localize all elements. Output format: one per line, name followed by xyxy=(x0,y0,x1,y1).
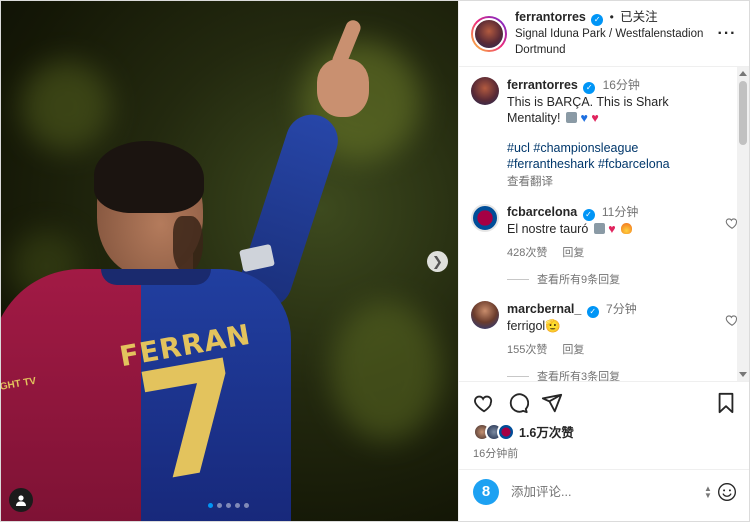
post-actions xyxy=(473,392,737,414)
add-comment-bar: 8 ▲▼ xyxy=(459,469,749,513)
comments-scrollbar[interactable] xyxy=(737,67,749,381)
scrollbar-thumb[interactable] xyxy=(739,81,747,145)
commenter-username[interactable]: marcbernal_ xyxy=(507,302,581,316)
comment: fcbarcelona ✓ 11分钟 El nostre tauró ♥ 428… xyxy=(471,204,738,261)
caption: ferrantorres ✓ 16分钟 This is BARÇA. This … xyxy=(471,77,725,190)
liker-avatar xyxy=(497,422,515,441)
verified-icon: ✓ xyxy=(586,306,599,318)
reply-button[interactable]: 回复 xyxy=(562,344,584,356)
comment-input[interactable] xyxy=(511,484,703,499)
comment-time: 11分钟 xyxy=(601,205,639,219)
comment-time: 7分钟 xyxy=(606,302,637,316)
more-options-button[interactable]: ··· xyxy=(717,25,737,43)
carousel-dot xyxy=(244,503,249,508)
tagged-users-button[interactable] xyxy=(9,488,33,512)
following-button[interactable]: 已关注 xyxy=(620,10,658,24)
commenter-avatar[interactable] xyxy=(471,301,499,329)
author-username[interactable]: ferrantorres xyxy=(515,10,586,24)
user-icon xyxy=(16,495,26,506)
verified-icon: ✓ xyxy=(582,209,595,221)
caption-text: This is BARÇA. This is Shark Mentality! xyxy=(507,95,669,125)
likes-count[interactable]: 1.6万次赞 xyxy=(519,422,574,441)
carousel-indicator xyxy=(208,503,249,508)
post-photo: FERRAN 7 IGHT TV ❯ xyxy=(1,1,458,521)
blue-heart-icon: ♥ xyxy=(580,111,588,125)
post-header: ferrantorres ✓ • 已关注 Signal Iduna Park /… xyxy=(459,1,749,67)
scroll-down-arrow-icon[interactable] xyxy=(739,372,747,377)
carousel-dot xyxy=(217,503,222,508)
comment-like-count[interactable]: 155次赞 xyxy=(507,344,547,356)
post-location[interactable]: Signal Iduna Park / Westfalenstadion Dor… xyxy=(515,26,717,58)
comment-like-count[interactable]: 428次赞 xyxy=(507,247,547,259)
view-replies-label: 查看所有9条回复 xyxy=(537,274,621,286)
carousel-dot xyxy=(208,503,213,508)
like-heart-icon[interactable] xyxy=(473,392,495,414)
comment-bubble-icon[interactable] xyxy=(507,392,529,414)
comment: marcbernal_ ✓ 7分钟 ferrigol🫡 155次赞 回复 xyxy=(471,301,738,358)
carousel-dot xyxy=(226,503,231,508)
comments-list[interactable]: ferrantorres ✓ 16分钟 This is BARÇA. This … xyxy=(459,67,749,381)
view-replies-label: 查看所有3条回复 xyxy=(537,371,621,381)
author-avatar[interactable] xyxy=(471,15,507,52)
share-send-icon[interactable] xyxy=(541,392,563,414)
player-jersey: FERRAN 7 IGHT TV xyxy=(1,269,291,521)
view-replies-button[interactable]: 查看所有9条回复 xyxy=(507,271,725,287)
scroll-up-arrow-icon[interactable] xyxy=(739,71,747,76)
reply-divider xyxy=(507,278,529,280)
likes-summary: 1.6万次赞 xyxy=(473,422,737,441)
chevron-right-icon: ❯ xyxy=(432,253,443,269)
view-replies-button[interactable]: 查看所有3条回复 xyxy=(507,368,725,381)
input-stepper[interactable]: ▲ ▼ xyxy=(703,484,713,499)
red-heart-icon: ♥ xyxy=(591,111,599,125)
post-timestamp[interactable]: 16分钟前 xyxy=(473,445,737,461)
emoji-smile-icon[interactable] xyxy=(717,482,737,502)
likers-avatars[interactable] xyxy=(473,422,515,441)
caption-author-avatar[interactable] xyxy=(471,77,499,105)
shark-emoji-icon xyxy=(565,112,577,123)
red-heart-icon: ♥ xyxy=(608,222,616,236)
next-photo-button[interactable]: ❯ xyxy=(427,251,448,272)
reply-button[interactable]: 回复 xyxy=(562,247,584,259)
separator-dot: • xyxy=(609,10,614,24)
reply-divider xyxy=(507,375,529,377)
commenter-avatar[interactable] xyxy=(471,204,499,232)
my-avatar: 8 xyxy=(473,478,499,505)
see-translation-link[interactable]: 查看翻译 xyxy=(507,174,725,190)
comment-text: El nostre tauró xyxy=(507,222,589,236)
more-horizontal-icon: ··· xyxy=(717,24,737,42)
caption-username[interactable]: ferrantorres xyxy=(507,78,578,92)
fire-icon xyxy=(621,223,633,234)
comment-text: ferrigol🫡 xyxy=(507,319,561,333)
shark-emoji-icon xyxy=(593,223,605,234)
bookmark-icon[interactable] xyxy=(715,392,737,414)
instagram-post-modal: FERRAN 7 IGHT TV ❯ ferrantorres ✓ • 已关注 … xyxy=(0,0,750,522)
post-side-panel: ferrantorres ✓ • 已关注 Signal Iduna Park /… xyxy=(458,1,749,521)
verified-icon: ✓ xyxy=(583,82,596,94)
caption-hashtags[interactable]: #ucl #championsleague #ferrantheshark #f… xyxy=(507,140,725,172)
verified-icon: ✓ xyxy=(591,14,604,26)
commenter-username[interactable]: fcbarcelona xyxy=(507,205,577,219)
post-footer: 1.6万次赞 16分钟前 xyxy=(459,381,749,469)
caption-time: 16分钟 xyxy=(602,78,640,92)
carousel-dot xyxy=(235,503,240,508)
